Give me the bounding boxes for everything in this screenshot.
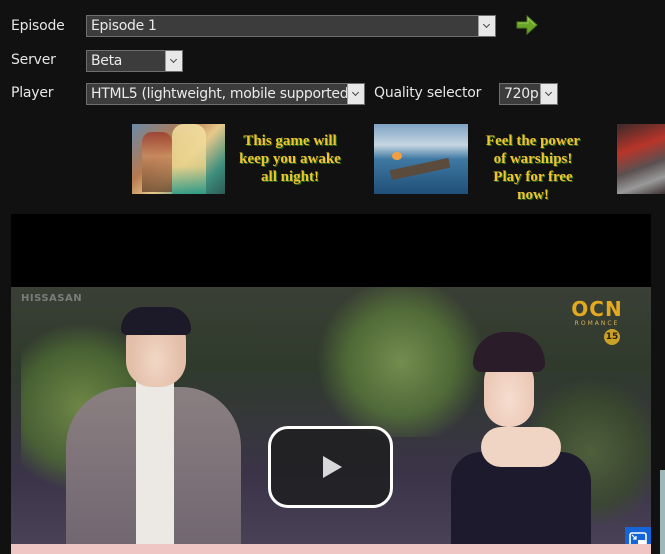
ad-text-line: Play for free xyxy=(493,169,573,185)
player-label: Player xyxy=(11,85,54,101)
ad-image-fantasy-game[interactable] xyxy=(132,124,225,194)
channel-logo-text: OCN xyxy=(571,297,623,321)
chevron-down-icon xyxy=(165,51,182,71)
foliage xyxy=(311,287,491,437)
channel-logo-sub: ROMANCE xyxy=(574,320,620,327)
side-panel-edge xyxy=(660,470,665,554)
channel-logo: OCN ROMANCE 15 xyxy=(567,299,627,345)
ad-text-line: all night! xyxy=(261,169,319,185)
ad-image-warships[interactable] xyxy=(374,124,468,194)
person-figure xyxy=(136,372,174,552)
quality-select-value: 720p xyxy=(504,86,539,102)
server-select[interactable]: Beta xyxy=(86,50,183,72)
ad-text-warships[interactable]: Feel the power of warships! Play for fre… xyxy=(473,132,593,204)
chevron-down-icon xyxy=(478,16,495,36)
ad-text-line: now! xyxy=(517,187,549,203)
person-figure xyxy=(121,307,191,335)
watermark: HISSASAN xyxy=(21,293,83,304)
rating-badge: 15 xyxy=(604,329,620,345)
person-figure xyxy=(481,427,561,467)
server-label: Server xyxy=(11,52,56,68)
ad-text-line: of warships! xyxy=(493,151,573,167)
ad-text-fantasy-game[interactable]: This game will keep you awake all night! xyxy=(229,132,351,186)
player-select-value: HTML5 (lightweight, mobile supported) xyxy=(91,86,354,102)
chevron-down-icon xyxy=(540,84,557,104)
person-figure xyxy=(451,452,591,554)
episode-select-value: Episode 1 xyxy=(91,18,157,34)
play-button[interactable] xyxy=(268,426,393,508)
arrow-right-icon[interactable] xyxy=(515,14,539,36)
quality-select[interactable]: 720p xyxy=(499,83,558,105)
play-icon xyxy=(323,456,342,478)
ad-text-line: This game will xyxy=(243,133,337,149)
server-select-value: Beta xyxy=(91,53,123,69)
player-select[interactable]: HTML5 (lightweight, mobile supported) xyxy=(86,83,365,105)
subtitle-bar xyxy=(11,544,651,554)
person-figure xyxy=(473,332,545,372)
ad-image-fiery-battle[interactable] xyxy=(617,124,665,194)
video-frame[interactable]: HISSASAN OCN ROMANCE 15 xyxy=(11,287,651,554)
episode-label: Episode xyxy=(11,18,65,34)
ad-text-line: Feel the power xyxy=(485,133,581,149)
ad-text-line: keep you awake xyxy=(239,151,341,167)
quality-label: Quality selector xyxy=(374,85,482,101)
chevron-down-icon xyxy=(347,84,364,104)
episode-select[interactable]: Episode 1 xyxy=(86,15,496,37)
video-player[interactable]: HISSASAN OCN ROMANCE 15 xyxy=(11,214,651,554)
